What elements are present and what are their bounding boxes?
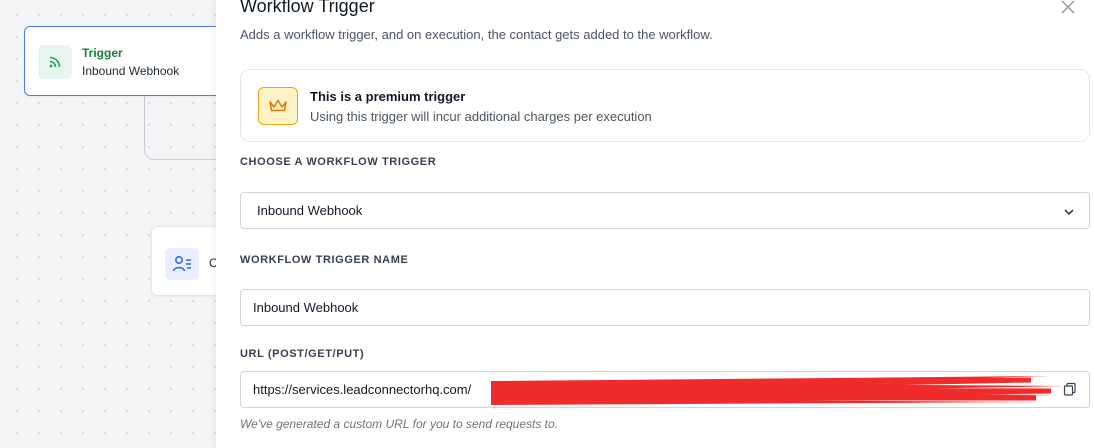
drawer-subtitle: Adds a workflow trigger, and on executio… xyxy=(240,27,713,42)
redaction-mark xyxy=(491,376,1066,405)
url-helper-text: We've generated a custom URL for you to … xyxy=(240,417,559,431)
trigger-select[interactable]: Inbound Webhook xyxy=(240,192,1090,229)
trigger-node-label: Trigger xyxy=(82,46,123,60)
workflow-canvas[interactable]: Trigger Inbound Webhook C xyxy=(0,0,216,448)
premium-description: Using this trigger will incur additional… xyxy=(310,109,652,124)
action-node[interactable]: C xyxy=(151,226,216,296)
trigger-name-label: WORKFLOW TRIGGER NAME xyxy=(240,254,409,266)
choose-trigger-label: CHOOSE A WORKFLOW TRIGGER xyxy=(240,156,437,168)
drawer-title: Workflow Trigger xyxy=(240,0,375,16)
trigger-drawer: Workflow Trigger Adds a workflow trigger… xyxy=(216,0,1094,448)
webhook-url-field[interactable]: https://services.leadconnectorhq.com/ xyxy=(240,371,1090,408)
trigger-node[interactable]: Trigger Inbound Webhook xyxy=(24,26,216,96)
webhook-url-value: https://services.leadconnectorhq.com/ xyxy=(253,382,472,397)
node-connector xyxy=(144,96,216,160)
chevron-down-icon xyxy=(1063,205,1075,217)
premium-title: This is a premium trigger xyxy=(310,89,466,104)
trigger-select-value: Inbound Webhook xyxy=(257,203,363,218)
action-node-label: C xyxy=(209,256,216,270)
rss-icon xyxy=(38,45,72,79)
trigger-name-input[interactable] xyxy=(240,289,1090,326)
trigger-node-name: Inbound Webhook xyxy=(82,64,180,78)
contact-list-icon xyxy=(165,248,199,280)
copy-icon[interactable] xyxy=(1063,382,1077,396)
close-icon[interactable] xyxy=(1059,0,1077,16)
url-label: URL (POST/GET/PUT) xyxy=(240,348,365,360)
premium-notice: This is a premium trigger Using this tri… xyxy=(240,69,1090,142)
crown-icon xyxy=(258,87,298,125)
